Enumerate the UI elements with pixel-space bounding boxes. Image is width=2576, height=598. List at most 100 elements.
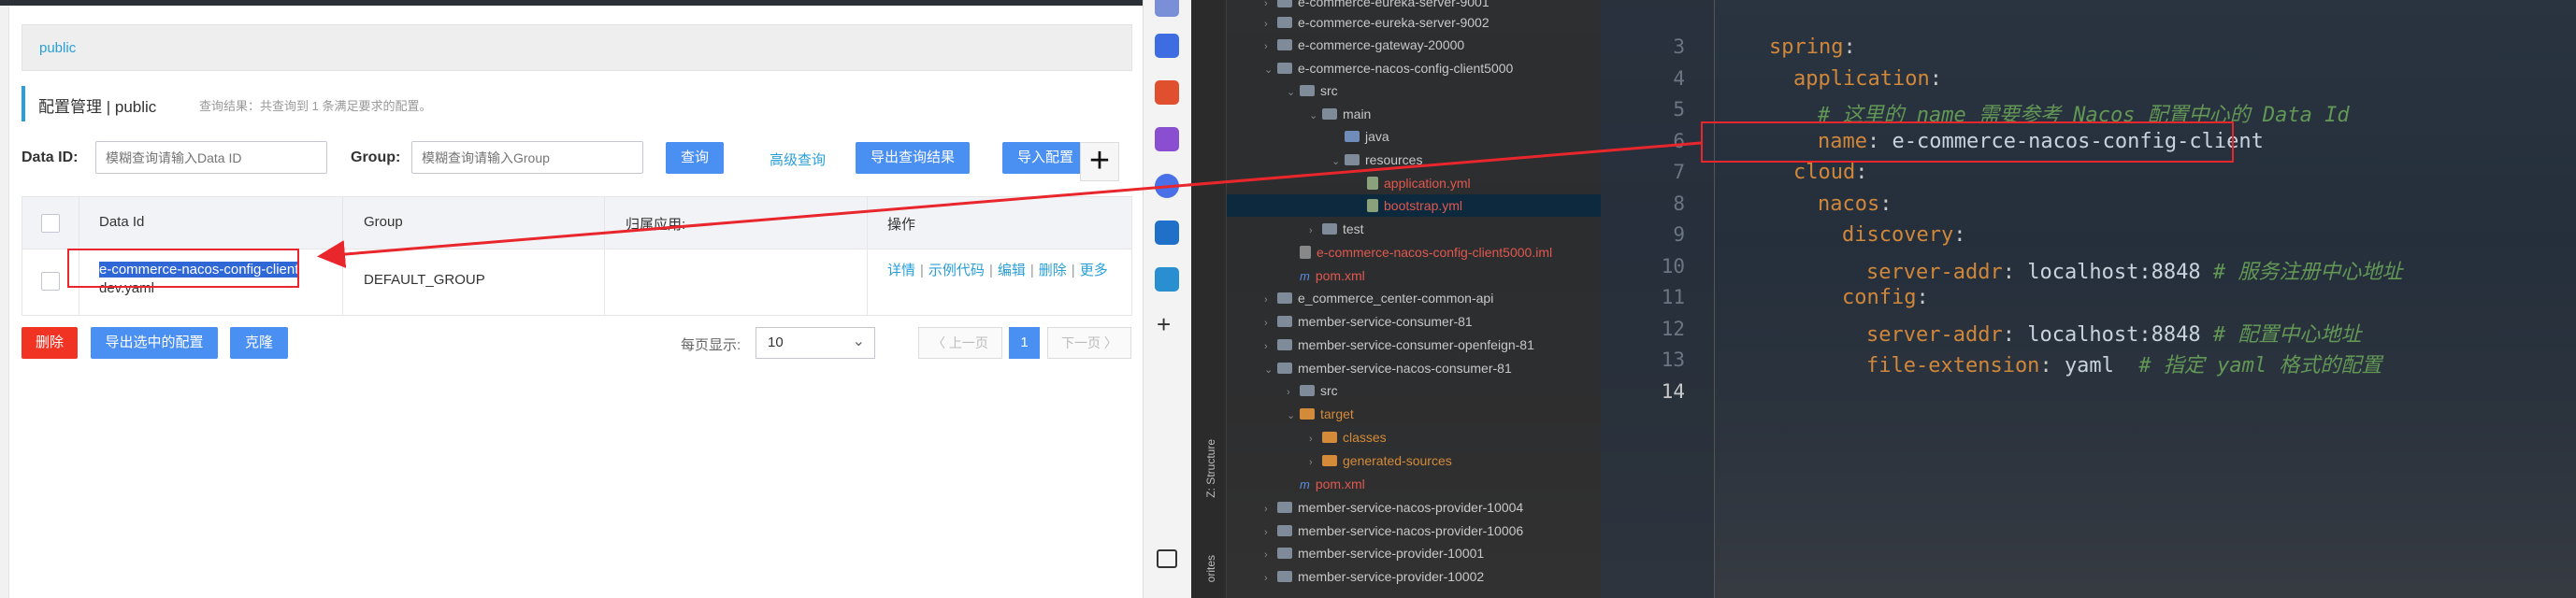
add-config-plus-icon[interactable]: + <box>1080 142 1119 181</box>
select-all-checkbox[interactable] <box>41 214 60 233</box>
edge-icon[interactable] <box>1155 267 1179 292</box>
tree-item-module[interactable]: › member-service-consumer-openfeign-81 <box>1264 334 1534 356</box>
line-number-gutter: 3 4 5 6 7 8 9 10 11 12 13 14 <box>1601 0 1715 598</box>
code-line: file-extension: yaml # 指定 yaml 格式的配置 <box>1866 354 2382 377</box>
tree-item-module[interactable]: › member-service-nacos-provider-10006 <box>1264 520 1523 542</box>
tree-item-folder[interactable]: ⌄ resources <box>1331 149 1422 171</box>
tag-icon[interactable] <box>1155 34 1179 58</box>
namespace-tab-public[interactable]: public <box>39 40 76 56</box>
code-line: server-addr: localhost:8848 # 服务注册中心地址 <box>1866 261 2403 284</box>
tree-item-module[interactable]: › e-commerce-gateway-20000 <box>1264 34 1464 56</box>
code-line: config: <box>1842 286 1929 309</box>
code-line: spring: <box>1769 36 1856 59</box>
tree-item-folder[interactable]: › generated-sources <box>1309 449 1452 472</box>
clone-button[interactable]: 克隆 <box>230 327 288 359</box>
data-id-search-input[interactable] <box>95 141 327 174</box>
delete-link[interactable]: 删除 <box>1039 263 1067 278</box>
operations-cell: 详情 | 示例代码 | 编辑 | 删除 | 更多 <box>887 263 1108 278</box>
table-header: Data Id Group 归属应用: 操作 <box>22 197 1131 249</box>
line-number: 8 <box>1673 192 1685 215</box>
tree-item-module[interactable]: › member-service-provider-10001 <box>1264 542 1484 564</box>
tree-item-module[interactable]: › member-service-provider-10002 <box>1264 565 1484 588</box>
tree-item-folder[interactable]: java <box>1331 125 1389 148</box>
tree-item-folder[interactable]: ⌄ target <box>1287 403 1354 425</box>
more-link[interactable]: 更多 <box>1080 263 1108 278</box>
sample-code-link[interactable]: 示例代码 <box>928 263 985 278</box>
nacos-top-bar <box>0 0 1143 6</box>
taskbar-dock: + <box>1143 0 1191 598</box>
search-result-text: 查询结果：共查询到 1 条满足要求的配置。 <box>199 99 432 113</box>
copilot-icon[interactable] <box>1155 174 1179 198</box>
tree-item-module[interactable]: › member-service-nacos-provider-10004 <box>1264 496 1523 519</box>
tree-item-module[interactable]: ⌄ member-service-nacos-consumer-81 <box>1264 357 1512 379</box>
ide-window: Z: Structure orites › e-commerce-eureka-s… <box>1199 0 2576 598</box>
tree-item-file[interactable]: e-commerce-nacos-config-client5000.iml <box>1287 241 1552 263</box>
namespace-bar: public <box>22 24 1132 71</box>
code-line: cloud: <box>1793 161 1868 184</box>
column-divider <box>867 197 868 315</box>
nacos-console: public 配置管理 | public 查询结果：共查询到 1 条满足要求的配… <box>0 0 1143 598</box>
line-number: 13 <box>1661 349 1685 371</box>
tree-item-module[interactable]: › member-service-consumer-81 <box>1264 310 1473 333</box>
line-number: 3 <box>1673 36 1685 58</box>
code-line: discovery: <box>1842 223 1966 247</box>
group-cell: DEFAULT_GROUP <box>364 272 485 288</box>
toolbox-icon[interactable] <box>1155 80 1179 105</box>
code-line: server-addr: localhost:8848 # 配置中心地址 <box>1866 323 2362 347</box>
column-header-app: 归属应用: <box>626 217 686 233</box>
line-number: 14 <box>1661 380 1685 403</box>
query-button[interactable]: 查询 <box>666 142 724 174</box>
group-search-input[interactable] <box>411 141 643 174</box>
people-icon[interactable] <box>1155 127 1179 151</box>
tree-item-module[interactable]: ⌄ e-commerce-nacos-config-client5000 <box>1264 57 1513 79</box>
favorites-tab[interactable]: orites <box>1204 555 1217 582</box>
window-divider <box>1191 0 1199 598</box>
ide-side-toolbar: Z: Structure orites <box>1199 0 1227 598</box>
tree-item-folder[interactable]: ⌄ main <box>1309 103 1371 125</box>
tree-item-file[interactable]: bootstrap.yml <box>1354 194 1462 217</box>
tree-item-folder[interactable]: › classes <box>1309 426 1387 448</box>
tree-item-folder[interactable]: › src <box>1287 379 1338 402</box>
tree-item-file[interactable]: m pom.xml <box>1287 473 1365 495</box>
delete-button[interactable]: 删除 <box>22 327 78 359</box>
column-header-group: Group <box>364 214 403 230</box>
outlook-icon[interactable] <box>1155 221 1179 245</box>
line-number: 11 <box>1661 286 1685 308</box>
group-label: Group: <box>351 150 401 165</box>
chevron-down-icon: ⌄ <box>852 334 865 349</box>
edit-link[interactable]: 编辑 <box>998 263 1026 278</box>
page-number-button[interactable]: 1 <box>1009 327 1040 359</box>
tree-item-module[interactable]: › e-commerce-eureka-server-9002 <box>1264 11 1489 34</box>
data-id-label: Data ID: <box>22 150 79 165</box>
data-id-highlight-box <box>67 249 299 288</box>
code-line: application: <box>1793 67 1942 91</box>
page-title: 配置管理 | public <box>38 98 157 116</box>
tree-item-module[interactable]: › e_commerce_center-common-api <box>1264 287 1493 309</box>
page-size-select[interactable]: 10 ⌄ <box>756 327 875 359</box>
row-checkbox[interactable] <box>41 272 60 291</box>
prev-page-button[interactable]: 〈 上一页 <box>918 327 1002 359</box>
page-size-value: 10 <box>768 335 784 350</box>
tree-item-folder[interactable]: ⌄ src <box>1287 79 1338 102</box>
next-page-button[interactable]: 下一页 〉 <box>1047 327 1131 359</box>
code-editor[interactable]: 3 4 5 6 7 8 9 10 11 12 13 14 spring: app… <box>1601 0 2576 598</box>
screenshot-icon[interactable] <box>1157 549 1177 568</box>
line-number: 10 <box>1661 255 1685 278</box>
line-number: 5 <box>1673 98 1685 121</box>
search-icon[interactable] <box>1155 0 1179 17</box>
details-link[interactable]: 详情 <box>887 263 915 278</box>
line-number: 9 <box>1673 223 1685 246</box>
tree-item-file[interactable]: m pom.xml <box>1287 264 1365 287</box>
nacos-left-strip <box>0 6 9 598</box>
yaml-name-highlight-box <box>1701 121 2234 163</box>
structure-tab[interactable]: Z: Structure <box>1204 439 1217 498</box>
page-header: 配置管理 | public 查询结果：共查询到 1 条满足要求的配置。 <box>22 86 1132 121</box>
column-divider <box>342 197 343 315</box>
export-selected-button[interactable]: 导出选中的配置 <box>91 327 218 359</box>
export-results-button[interactable]: 导出查询结果 <box>856 142 970 174</box>
import-config-button[interactable]: 导入配置 <box>1002 142 1088 174</box>
add-icon[interactable]: + <box>1157 310 1171 339</box>
tree-item-folder[interactable]: › test <box>1309 218 1364 240</box>
tree-item-file[interactable]: application.yml <box>1354 172 1471 194</box>
advanced-query-link[interactable]: 高级查询 <box>770 150 826 169</box>
